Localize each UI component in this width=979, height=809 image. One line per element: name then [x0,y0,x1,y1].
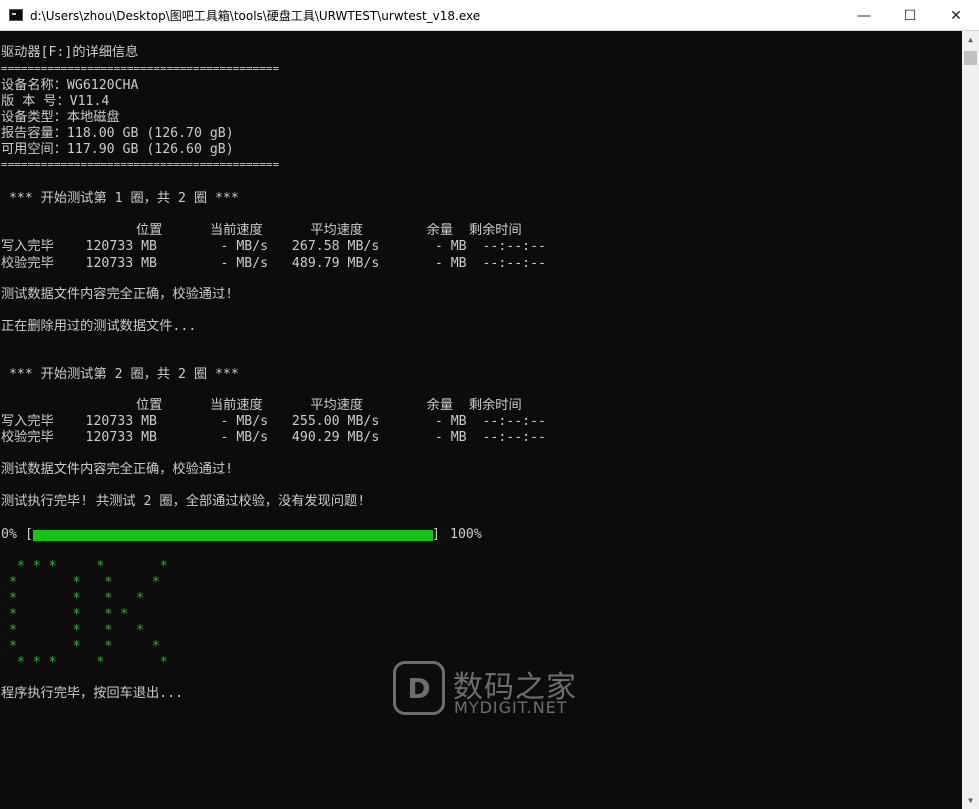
watermark-logo: D [393,661,445,715]
round1-heading: *** 开始测试第 1 圈，共 2 圈 *** [1,191,239,206]
reported-capacity-line: 报告容量：118.00 GB (126.70 gB) [1,126,234,141]
round2-verify-row: 校验完毕 120733 MB - MB/s 490.29 MB/s - MB -… [1,430,547,445]
ok-art-row: * * * * * [1,655,168,670]
round2-result: 测试数据文件内容完全正确，校验通过! [1,462,234,477]
ok-art-row: * * * * [1,575,160,590]
deleting-status: 正在删除用过的测试数据文件... [1,319,197,334]
minimize-button[interactable]: — [841,0,887,31]
round1-write-row: 写入完毕 120733 MB - MB/s 267.58 MB/s - MB -… [1,239,547,254]
ok-art-row: * * * * [1,591,144,606]
close-button[interactable]: ✕ [933,0,979,31]
progress-fill [33,530,433,541]
round1-verify-row: 校验完毕 120733 MB - MB/s 489.79 MB/s - MB -… [1,256,547,271]
maximize-button[interactable]: ☐ [887,0,933,31]
console-window-icon[interactable] [9,9,23,21]
window-title: d:\Users\zhou\Desktop\图吧工具箱\tools\硬盘工具\U… [30,8,481,23]
ok-art-row: * * * * [1,623,144,638]
round1-column-headers: 位置 当前速度 平均速度 余量 剩余时间 [1,223,522,238]
window-titlebar[interactable]: d:\Users\zhou\Desktop\图吧工具箱\tools\硬盘工具\U… [0,0,979,31]
exit-prompt: 程序执行完毕，按回车退出... [1,686,184,701]
window-controls: — ☐ ✕ [841,0,979,31]
round1-result: 测试数据文件内容完全正确，校验通过! [1,287,234,302]
round2-heading: *** 开始测试第 2 圈，共 2 圈 *** [1,367,239,382]
progress-start-label: 0% [1,527,17,542]
vertical-scrollbar[interactable]: ▲ ▼ [962,31,979,809]
scroll-down-icon[interactable]: ▼ [962,792,979,809]
scrollbar-thumb[interactable] [964,51,977,65]
ok-art-row: * * * * [1,639,160,654]
separator-line: ========================================… [1,158,280,171]
version-line: 版 本 号：V11.4 [1,94,110,109]
separator-line: ========================================… [1,62,280,75]
ok-art-row: * * * * * [1,559,168,574]
watermark: D 数码之家 MYDIGIT.NET [393,661,593,717]
round2-column-headers: 位置 当前速度 平均速度 余量 剩余时间 [1,398,522,413]
drive-info-header: 驱动器[F:]的详细信息 [1,45,139,60]
scroll-up-icon[interactable]: ▲ [962,31,979,48]
device-name-line: 设备名称：WG6120CHA [1,78,139,93]
summary-line: 测试执行完毕! 共测试 2 圈，全部通过校验，没有发现问题! [1,494,366,509]
watermark-en-text: MYDIGIT.NET [454,698,568,717]
ok-art-row: * * * * [1,607,129,622]
free-space-line: 可用空间：117.90 GB (126.60 gB) [1,142,234,157]
round2-write-row: 写入完毕 120733 MB - MB/s 255.00 MB/s - MB -… [1,414,547,429]
device-type-line: 设备类型：本地磁盘 [1,110,120,125]
progress-end-label: 100% [450,527,482,542]
